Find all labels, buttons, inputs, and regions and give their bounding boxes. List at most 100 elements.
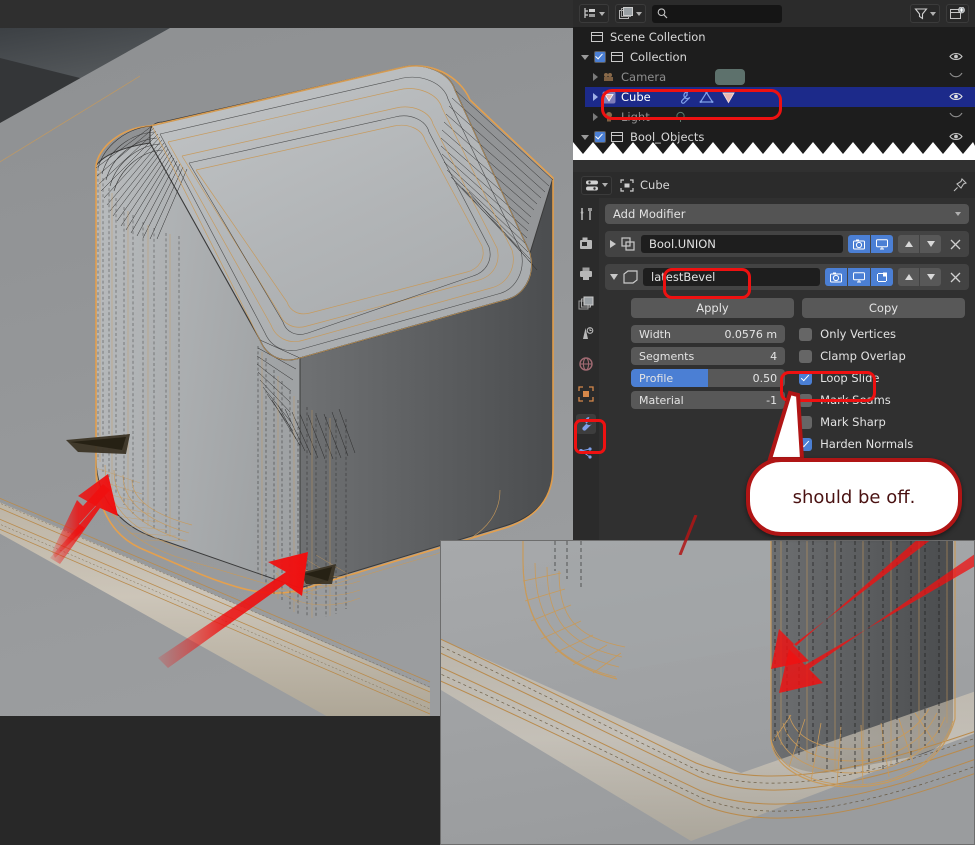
search-input[interactable] (652, 4, 782, 23)
properties-header[interactable]: Cube (573, 172, 975, 198)
modifier-toggle-group[interactable] (848, 235, 893, 253)
checkbox-box[interactable] (799, 349, 813, 363)
modifier-toggle-group[interactable] (825, 268, 893, 286)
move-down-button[interactable] (920, 268, 941, 286)
move-down-button[interactable] (920, 235, 941, 253)
editor-type-selector[interactable] (581, 175, 612, 195)
properties-tab-scene[interactable] (576, 324, 596, 344)
filter-button[interactable] (910, 4, 940, 23)
modifier-reorder-group[interactable] (898, 235, 941, 253)
outliner-row-collection[interactable]: Collection (573, 47, 975, 67)
output-printer-icon (580, 267, 592, 280)
checkbox-clamp-overlap[interactable]: Clamp Overlap (799, 347, 965, 365)
light-data-icon[interactable] (674, 111, 687, 123)
outliner-label: Light (621, 110, 650, 124)
mesh-data-icon[interactable] (699, 90, 714, 104)
modifier-header-boolean[interactable]: Bool.UNION (605, 231, 969, 257)
checkbox-box[interactable] (799, 327, 813, 341)
triangle-up-icon (904, 241, 913, 247)
outliner-editor[interactable]: Scene Collection Collection Camera Cube … (573, 0, 975, 160)
expand-triangle-icon[interactable] (610, 240, 616, 248)
properties-tab-render[interactable] (576, 234, 596, 254)
modifier-header-bevel[interactable]: latestBevel (605, 264, 969, 290)
realtime-toggle-button[interactable] (848, 268, 870, 286)
disclosure-triangle-icon[interactable] (593, 113, 598, 121)
outliner-row-cube[interactable]: Cube (585, 87, 975, 107)
outliner-row-scene-collection[interactable]: Scene Collection (573, 27, 975, 47)
eye-visibility-icon[interactable] (949, 91, 963, 102)
close-x-icon (950, 239, 960, 249)
move-up-button[interactable] (898, 235, 919, 253)
editor-type-selector[interactable] (579, 4, 609, 23)
delete-modifier-button[interactable] (946, 268, 964, 286)
properties-tab-modifiers[interactable] (576, 414, 596, 434)
edit-mode-icon (877, 272, 887, 282)
properties-tab-column[interactable] (573, 198, 599, 560)
field-label: Profile (639, 371, 674, 385)
field-value: 4 (770, 349, 778, 363)
camera-icon (853, 239, 865, 249)
checkbox-label: Clamp Overlap (820, 349, 906, 363)
field-segments[interactable]: Segments 4 (631, 347, 786, 365)
render-camera-back-icon (580, 237, 592, 249)
add-modifier-dropdown[interactable]: Add Modifier (605, 204, 969, 224)
properties-tab-object[interactable] (576, 384, 596, 404)
field-label: Width (639, 327, 671, 341)
render-toggle-button[interactable] (848, 235, 870, 253)
disclosure-triangle-icon[interactable] (593, 73, 598, 81)
outliner-label: Scene Collection (610, 30, 706, 44)
checkbox-label: Loop Slide (820, 371, 880, 385)
modifier-name-latestBevel[interactable]: latestBevel (643, 268, 820, 286)
field-profile[interactable]: Profile 0.50 (631, 369, 786, 387)
chevron-down-icon (602, 183, 608, 187)
copy-button[interactable]: Copy (802, 298, 965, 318)
apply-button[interactable]: Apply (631, 298, 794, 318)
outliner-row-camera[interactable]: Camera (585, 67, 975, 87)
display-mode-selector[interactable] (615, 4, 646, 23)
viewport-header (0, 0, 573, 30)
field-value: 0.50 (752, 371, 778, 385)
properties-tab-tool[interactable] (576, 204, 596, 224)
realtime-toggle-button[interactable] (871, 235, 893, 253)
properties-tab-output[interactable] (576, 264, 596, 284)
eye-closed-icon[interactable] (949, 71, 963, 80)
object-square-icon (578, 386, 594, 402)
checkbox-box[interactable] (799, 371, 813, 385)
wrench-modifier-icon[interactable] (677, 90, 692, 104)
chevron-down-icon (636, 11, 642, 16)
field-label: Material (639, 393, 684, 407)
disclosure-triangle-icon[interactable] (593, 93, 598, 101)
modifier-reorder-group[interactable] (898, 268, 941, 286)
outliner-row-light[interactable]: Light (585, 107, 975, 127)
callout-bubble: should be off. (746, 458, 962, 536)
collapse-triangle-icon[interactable] (610, 274, 618, 280)
breadcrumb-label: Cube (640, 178, 670, 192)
move-up-button[interactable] (898, 268, 919, 286)
new-collection-icon (950, 6, 965, 19)
object-icon (620, 178, 634, 192)
particles-icon (579, 447, 592, 459)
wrench-icon (582, 416, 593, 431)
eye-visibility-icon[interactable] (949, 51, 963, 62)
delete-modifier-button[interactable] (946, 235, 964, 253)
properties-tab-world[interactable] (576, 354, 596, 374)
modifier-name-boolean[interactable]: Bool.UNION (641, 235, 843, 253)
outliner-header[interactable] (573, 0, 975, 27)
checkbox-only-vertices[interactable]: Only Vertices (799, 325, 965, 343)
properties-tab-view-layer[interactable] (576, 294, 596, 314)
field-width[interactable]: Width 0.0576 m (631, 325, 786, 343)
properties-tab-particles[interactable] (576, 444, 596, 464)
breadcrumb: Cube (620, 178, 670, 192)
disclosure-triangle-icon[interactable] (581, 54, 589, 60)
new-collection-button[interactable] (946, 4, 969, 23)
pin-icon[interactable] (953, 178, 967, 192)
render-toggle-button[interactable] (825, 268, 847, 286)
collection-enable-checkbox[interactable] (594, 51, 606, 63)
chevron-down-icon (599, 11, 605, 16)
filter-funnel-icon (914, 8, 928, 20)
eye-closed-icon[interactable] (949, 111, 963, 120)
collection-icon (611, 52, 623, 62)
scene-cone-icon (583, 327, 594, 339)
edit-mode-toggle-button[interactable] (871, 268, 893, 286)
mesh-object-data-icon[interactable] (721, 91, 736, 104)
